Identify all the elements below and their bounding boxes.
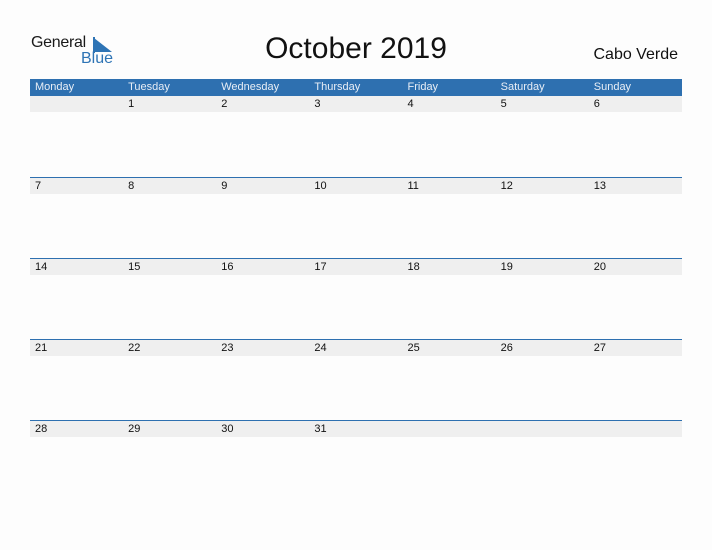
week-row: 14 15 16 17 18 19 20: [30, 258, 682, 340]
day-cell: 7: [35, 180, 42, 192]
day-cell: 20: [593, 261, 606, 273]
date-strip: 7 8 9 10 11 12 13: [30, 178, 682, 194]
day-cell: [30, 96, 123, 112]
day-cell: 8: [128, 180, 135, 192]
weekday-friday: Friday: [407, 81, 439, 93]
day-cell: 17: [314, 261, 327, 273]
day-cell: 4: [407, 98, 414, 110]
week-row: 1 2 3 4 5 6: [30, 96, 682, 177]
weekday-saturday: Saturday: [500, 81, 545, 93]
day-cell: 12: [500, 180, 513, 192]
date-strip: 1 2 3 4 5 6: [30, 96, 682, 112]
day-cell: 21: [35, 342, 48, 354]
day-cell: [403, 421, 496, 437]
date-strip: 21 22 23 24 25 26 27: [30, 340, 682, 356]
day-cell: 14: [35, 261, 48, 273]
day-cell: 19: [500, 261, 513, 273]
date-strip: 28 29 30 31: [30, 421, 682, 437]
day-cell: 24: [314, 342, 327, 354]
weekday-sunday: Sunday: [593, 81, 632, 93]
week-row: 7 8 9 10 11 12 13: [30, 177, 682, 259]
day-cell: 11: [407, 180, 419, 192]
day-cell: 25: [407, 342, 420, 354]
day-cell: 26: [500, 342, 513, 354]
week-row: 28 29 30 31: [30, 420, 682, 502]
day-cell: 16: [221, 261, 234, 273]
day-cell: [589, 421, 682, 437]
day-cell: 9: [221, 180, 228, 192]
day-cell: 28: [35, 423, 48, 435]
weekday-thursday: Thursday: [314, 81, 361, 93]
country-label: Cabo Verde: [593, 46, 678, 63]
day-cell: 5: [500, 98, 507, 110]
day-cell: 23: [221, 342, 234, 354]
week-row: 21 22 23 24 25 26 27: [30, 339, 682, 421]
day-cell: 6: [593, 98, 600, 110]
day-cell: 29: [128, 423, 141, 435]
day-cell: 15: [128, 261, 141, 273]
day-cell: 13: [593, 180, 606, 192]
date-strip: 14 15 16 17 18 19 20: [30, 259, 682, 275]
day-cell: 22: [128, 342, 141, 354]
day-cell: 10: [314, 180, 327, 192]
day-cell: 18: [407, 261, 420, 273]
day-cell: 1: [128, 98, 135, 110]
day-cell: 2: [221, 98, 228, 110]
day-cell: [496, 421, 589, 437]
day-cell: 3: [314, 98, 321, 110]
day-cell: 30: [221, 423, 234, 435]
weekday-tuesday: Tuesday: [128, 81, 170, 93]
day-cell: 31: [314, 423, 327, 435]
day-cell: 27: [593, 342, 606, 354]
weekday-wednesday: Wednesday: [221, 81, 280, 93]
weekday-header: Monday Tuesday Wednesday Thursday Friday…: [30, 79, 682, 96]
weekday-monday: Monday: [35, 81, 75, 93]
